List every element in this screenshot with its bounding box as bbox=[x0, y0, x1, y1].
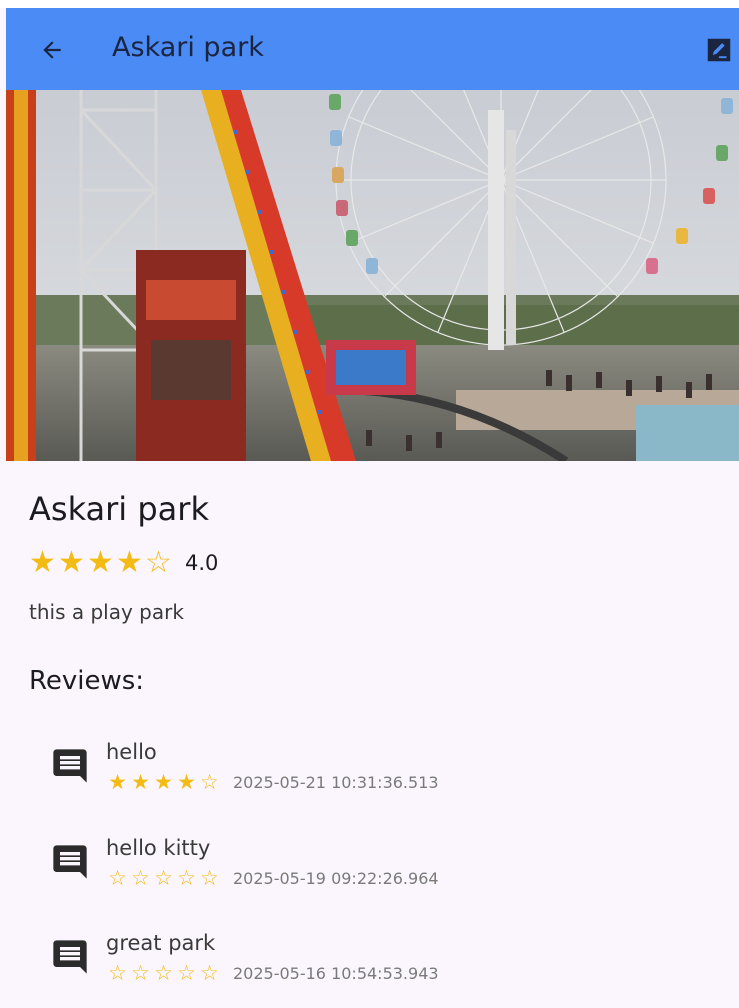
place-name: Askari park bbox=[29, 490, 209, 528]
arrow-back-icon bbox=[43, 41, 61, 59]
review-stars: ☆ ☆ ☆ ☆ ☆ bbox=[106, 868, 221, 889]
star-outline-icon: ☆ bbox=[108, 961, 127, 985]
star-outline-icon: ☆ bbox=[131, 866, 150, 890]
star-filled-icon: ★ bbox=[87, 545, 114, 580]
add-review-button[interactable] bbox=[699, 30, 739, 70]
star-outline-icon: ☆ bbox=[108, 866, 127, 890]
review-item[interactable]: great park ☆ ☆ ☆ ☆ ☆ 2025-05-16 10:54:53.943 bbox=[50, 931, 730, 1001]
star-outline-icon: ☆ bbox=[200, 961, 219, 985]
star-filled-icon: ★ bbox=[29, 545, 56, 580]
star-filled-icon: ★ bbox=[154, 770, 173, 794]
star-outline-icon: ☆ bbox=[177, 961, 196, 985]
rating-stars: ★ ★ ★ ★ ☆ bbox=[28, 548, 173, 578]
comment-icon bbox=[53, 845, 87, 879]
edit-note-icon bbox=[707, 38, 731, 62]
review-date: 2025-05-19 09:22:26.964 bbox=[233, 869, 439, 888]
star-filled-icon: ★ bbox=[116, 545, 143, 580]
star-filled-icon: ★ bbox=[108, 770, 127, 794]
star-outline-icon: ☆ bbox=[200, 866, 219, 890]
review-text: great park bbox=[106, 931, 216, 955]
star-outline-icon: ☆ bbox=[131, 961, 150, 985]
app-bar-title: Askari park bbox=[112, 32, 264, 63]
review-stars: ☆ ☆ ☆ ☆ ☆ bbox=[106, 963, 221, 984]
back-button[interactable] bbox=[32, 30, 72, 70]
review-meta: ☆ ☆ ☆ ☆ ☆ 2025-05-19 09:22:26.964 bbox=[106, 868, 439, 889]
review-item[interactable]: hello ★ ★ ★ ★ ☆ 2025-05-21 10:31:36.513 bbox=[50, 740, 730, 810]
review-text: hello kitty bbox=[106, 836, 211, 860]
star-outline-icon: ☆ bbox=[154, 961, 173, 985]
review-text: hello bbox=[106, 740, 157, 764]
reviews-heading: Reviews: bbox=[29, 666, 145, 696]
place-rating: ★ ★ ★ ★ ☆ 4.0 bbox=[28, 545, 218, 581]
review-item[interactable]: hello kitty ☆ ☆ ☆ ☆ ☆ 2025-05-19 09:22:26.96… bbox=[50, 836, 730, 906]
comment-icon bbox=[53, 940, 87, 974]
app-bar: Askari park bbox=[6, 8, 739, 90]
star-filled-icon: ★ bbox=[131, 770, 150, 794]
rating-value: 4.0 bbox=[185, 551, 219, 575]
star-outline-icon: ☆ bbox=[145, 545, 172, 580]
star-outline-icon: ☆ bbox=[177, 866, 196, 890]
star-filled-icon: ★ bbox=[58, 545, 85, 580]
review-meta: ★ ★ ★ ★ ☆ 2025-05-21 10:31:36.513 bbox=[106, 772, 439, 793]
review-stars: ★ ★ ★ ★ ☆ bbox=[106, 772, 221, 793]
review-meta: ☆ ☆ ☆ ☆ ☆ 2025-05-16 10:54:53.943 bbox=[106, 963, 439, 984]
comment-icon bbox=[53, 749, 87, 783]
star-outline-icon: ☆ bbox=[154, 866, 173, 890]
status-strip bbox=[0, 0, 739, 8]
star-filled-icon: ★ bbox=[177, 770, 196, 794]
review-date: 2025-05-16 10:54:53.943 bbox=[233, 964, 439, 983]
park-photo bbox=[6, 90, 739, 461]
review-date: 2025-05-21 10:31:36.513 bbox=[233, 773, 439, 792]
place-description: this a play park bbox=[29, 600, 184, 624]
star-outline-icon: ☆ bbox=[200, 770, 219, 794]
